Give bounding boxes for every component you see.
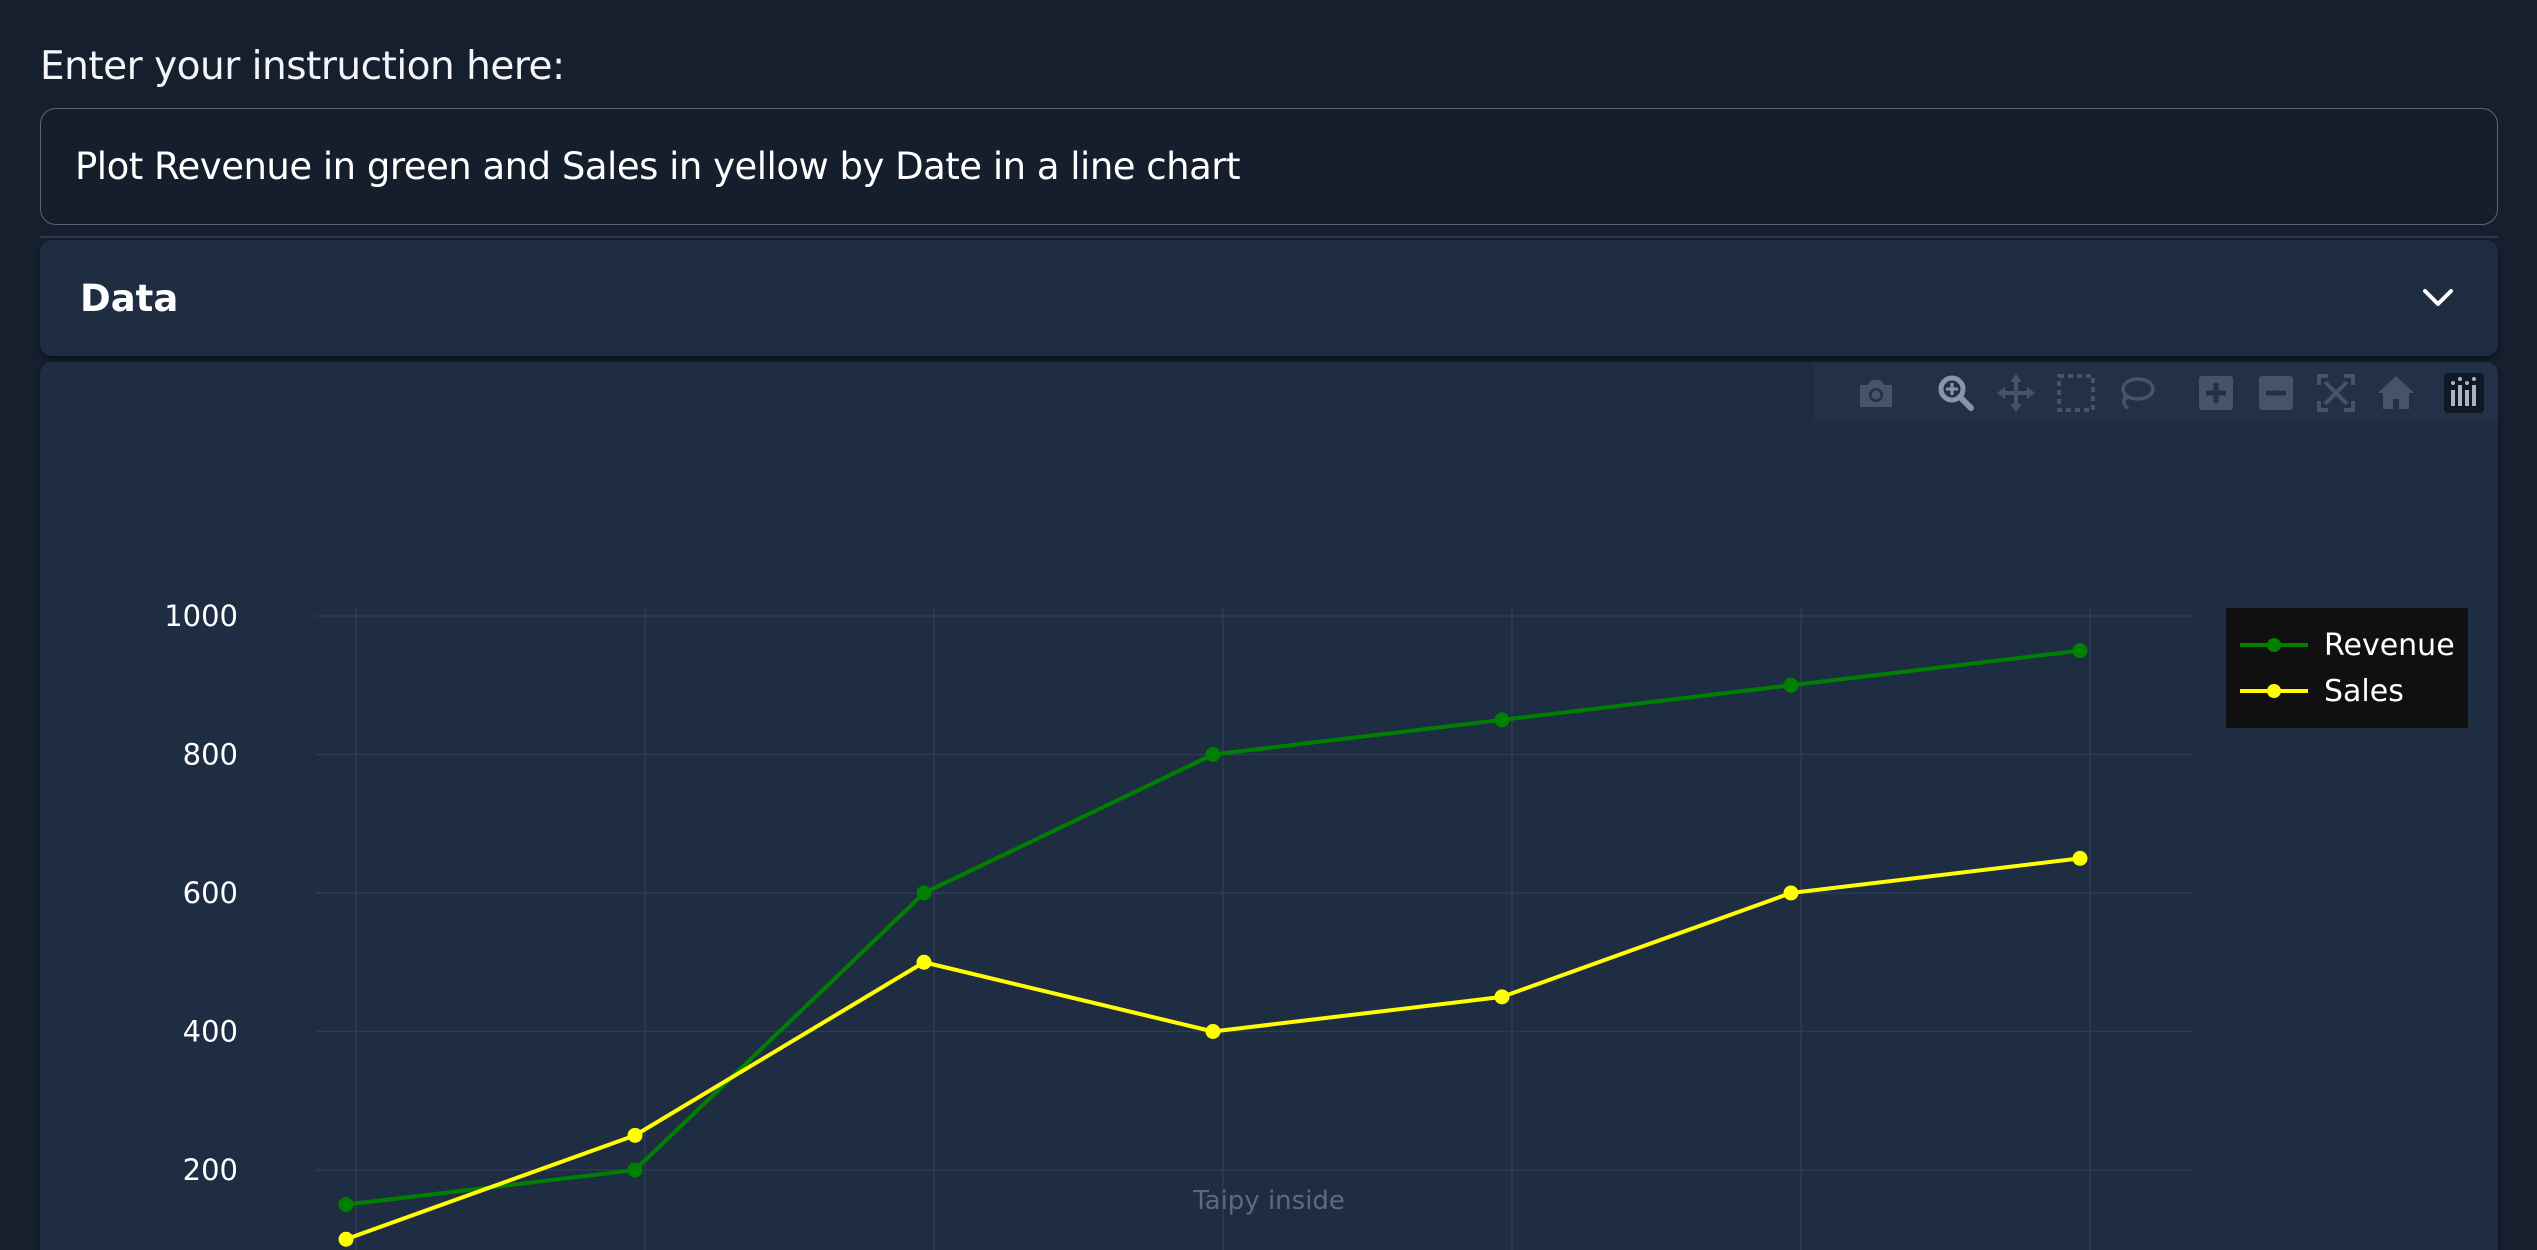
data-point-sales	[1783, 885, 1799, 901]
data-point-revenue	[1783, 677, 1799, 693]
series-revenue	[338, 643, 2088, 1213]
data-point-revenue	[1494, 712, 1510, 728]
line-chart[interactable]: 200 400 600 800 1000	[40, 362, 2498, 1250]
chevron-down-icon[interactable]	[2418, 278, 2458, 318]
series-line-revenue	[345, 648, 2081, 1207]
data-point-revenue	[2072, 643, 2088, 659]
data-point-revenue	[627, 1162, 643, 1178]
data-point-revenue	[916, 885, 932, 901]
instruction-input-value: Plot Revenue in green and Sales in yello…	[75, 145, 1240, 188]
chart-modebar	[1814, 362, 2498, 422]
lasso-select-icon[interactable]	[2116, 373, 2156, 413]
data-point-sales	[338, 1231, 354, 1247]
data-point-revenue	[1205, 747, 1221, 762]
zoom-icon[interactable]	[1936, 373, 1976, 413]
legend-item-revenue[interactable]: Revenue	[2238, 625, 2455, 665]
data-point-sales	[1205, 1024, 1221, 1039]
instruction-label: Enter your instruction here:	[40, 44, 565, 89]
zoom-out-icon[interactable]	[2256, 373, 2296, 413]
legend-item-sales[interactable]: Sales	[2238, 671, 2404, 711]
data-point-sales	[916, 954, 932, 970]
legend-label-revenue: Revenue	[2324, 627, 2455, 663]
box-select-icon[interactable]	[2056, 373, 2096, 413]
zoom-in-icon[interactable]	[2196, 373, 2236, 413]
y-tick-label: 800	[183, 738, 238, 772]
data-expandable-header[interactable]: Data	[40, 240, 2498, 356]
reset-axes-icon[interactable]	[2376, 373, 2416, 413]
y-tick-label: 200	[183, 1153, 238, 1187]
grid-layer	[316, 608, 2192, 1250]
app-page: Enter your instruction here: Plot Revenu…	[0, 0, 2537, 1250]
instruction-input[interactable]: Plot Revenue in green and Sales in yello…	[40, 108, 2498, 225]
chart-panel: 200 400 600 800 1000 Revenue Sales Taipy…	[40, 362, 2498, 1250]
legend-swatch-revenue	[2240, 638, 2308, 652]
pan-icon[interactable]	[1996, 373, 2036, 413]
camera-icon[interactable]	[1856, 373, 1896, 413]
divider	[40, 236, 2498, 238]
legend-label-sales: Sales	[2324, 673, 2404, 709]
y-tick-labels: 200 400 600 800 1000	[164, 599, 238, 1187]
series-line-sales	[345, 856, 2081, 1242]
data-point-sales	[2072, 850, 2088, 866]
chart-legend: Revenue Sales	[2226, 608, 2468, 728]
y-tick-label: 400	[183, 1015, 238, 1049]
series-layer	[338, 643, 2088, 1247]
data-point-sales	[627, 1127, 643, 1143]
plotly-logo-icon[interactable]	[2444, 373, 2484, 413]
watermark: Taipy inside	[1193, 1186, 1345, 1216]
y-tick-label: 1000	[164, 599, 238, 633]
data-expandable-title: Data	[80, 276, 179, 320]
y-tick-label: 600	[183, 876, 238, 910]
autoscale-icon[interactable]	[2316, 373, 2356, 413]
data-point-sales	[1494, 989, 1510, 1005]
legend-swatch-sales	[2240, 684, 2308, 698]
